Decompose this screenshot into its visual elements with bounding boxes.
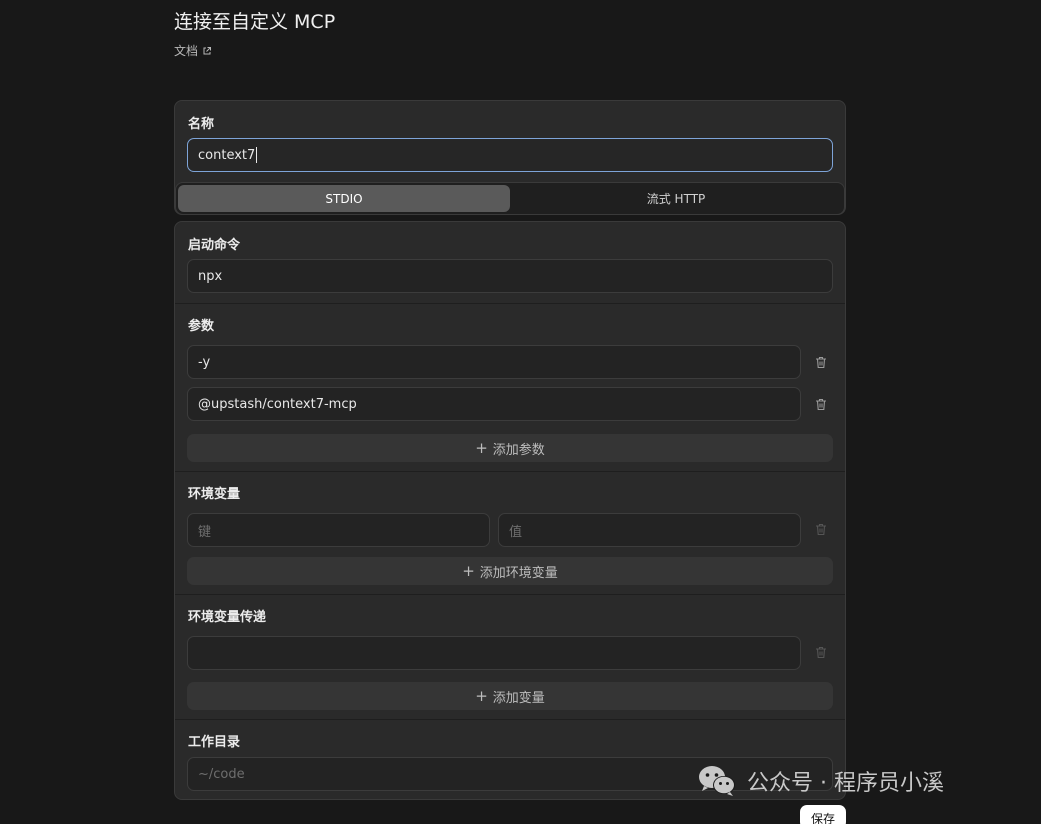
arg-input[interactable]: -y (187, 345, 801, 379)
plus-icon: + (475, 438, 488, 457)
trash-icon[interactable] (814, 645, 828, 659)
tab-streamable-http[interactable]: 流式 HTTP (510, 185, 842, 212)
arg-input[interactable]: @upstash/context7-mcp (187, 387, 801, 421)
text-caret (256, 147, 258, 163)
section-divider (175, 719, 845, 720)
name-card: 名称 context7 STDIO 流式 HTTP (174, 100, 846, 215)
page-title: 连接至自定义 MCP (174, 11, 336, 33)
add-arg-button[interactable]: + 添加参数 (187, 434, 833, 462)
env-passthrough-label: 环境变量传递 (188, 610, 267, 625)
args-label: 参数 (188, 319, 215, 334)
command-label: 启动命令 (188, 238, 241, 253)
trash-icon[interactable] (814, 522, 828, 536)
plus-icon: + (462, 561, 475, 580)
arg-input-value: -y (198, 354, 211, 370)
workdir-placeholder: ~/code (198, 766, 245, 782)
section-divider (175, 303, 845, 304)
trash-icon[interactable] (814, 355, 828, 369)
watermark-text: 公众号 · 程序员小溪 (747, 771, 944, 796)
docs-link[interactable]: 文档 (174, 42, 212, 59)
mcp-config-page: 连接至自定义 MCP 文档 名称 context7 STDIO 流式 HTTP … (0, 0, 1041, 824)
add-passthrough-label: 添加变量 (492, 690, 545, 706)
save-button[interactable]: 保存 (800, 805, 846, 824)
workdir-label: 工作目录 (188, 735, 241, 750)
name-label: 名称 (188, 117, 215, 132)
command-input-value: npx (198, 268, 223, 284)
env-key-placeholder: 键 (198, 524, 212, 540)
env-passthrough-input[interactable] (187, 636, 801, 670)
wechat-logo-icon (699, 766, 735, 796)
env-value-placeholder: 值 (509, 524, 523, 540)
external-link-icon (203, 46, 212, 54)
docs-link-label: 文档 (174, 44, 199, 58)
name-input[interactable]: context7 (187, 138, 833, 172)
plus-icon: + (475, 686, 488, 705)
transport-tabs: STDIO 流式 HTTP (175, 182, 845, 215)
command-input[interactable]: npx (187, 259, 833, 293)
name-input-value: context7 (198, 147, 256, 163)
config-card: 启动命令 npx 参数 -y @upstash/context7-mcp + 添… (174, 221, 846, 800)
add-env-button[interactable]: + 添加环境变量 (187, 557, 833, 585)
tab-stdio[interactable]: STDIO (178, 185, 510, 212)
env-key-input[interactable]: 键 (187, 513, 490, 547)
env-label: 环境变量 (188, 487, 241, 502)
add-arg-label: 添加参数 (492, 442, 545, 458)
section-divider (175, 471, 845, 472)
env-value-input[interactable]: 值 (498, 513, 801, 547)
trash-icon[interactable] (814, 397, 828, 411)
watermark: 公众号 · 程序员小溪 (697, 763, 944, 799)
add-env-label: 添加环境变量 (479, 565, 558, 581)
section-divider (175, 594, 845, 595)
arg-input-value: @upstash/context7-mcp (198, 396, 357, 412)
add-passthrough-button[interactable]: + 添加变量 (187, 682, 833, 710)
